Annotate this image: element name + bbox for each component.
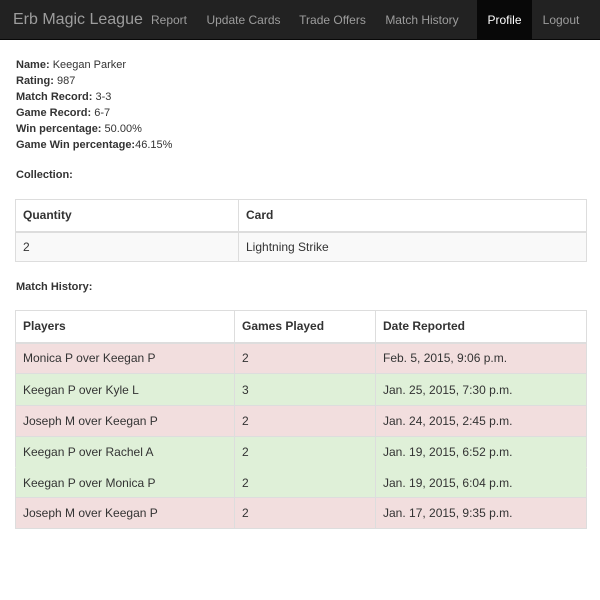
game-record-label: Game Record:	[16, 107, 92, 119]
table-row: Keegan P over Rachel A 2 Jan. 19, 2015, …	[15, 436, 587, 468]
table-row: Keegan P over Kyle L 3 Jan. 25, 2015, 7:…	[15, 373, 587, 406]
games-played-cell: 2	[234, 342, 376, 374]
nav-item-match-history[interactable]: Match History	[376, 0, 468, 40]
nav-item-report[interactable]: Report	[137, 0, 201, 40]
table-row: Monica P over Keegan P 2 Feb. 5, 2015, 9…	[15, 342, 587, 374]
collection-table: Quantity Card 2 Lightning Strike	[15, 199, 587, 262]
game-win-pct-value: 46.15%	[135, 139, 173, 151]
games-played-cell: 2	[234, 405, 376, 437]
rating-value: 987	[56, 75, 76, 87]
card-cell: Lightning Strike	[238, 231, 587, 262]
column-header-card: Card	[238, 199, 587, 233]
date-reported-cell: Jan. 19, 2015, 6:52 p.m.	[375, 436, 587, 468]
brand-link[interactable]: Erb Magic League	[13, 0, 143, 40]
win-pct-value: 50.00%	[104, 123, 142, 135]
nav-item-logout[interactable]: Logout	[532, 0, 590, 40]
date-reported-cell: Jan. 25, 2015, 7:30 p.m.	[375, 373, 587, 406]
table-row: 2 Lightning Strike	[15, 231, 587, 262]
nav-item-profile[interactable]: Profile	[477, 0, 532, 40]
match-history-heading: Match History:	[16, 281, 93, 293]
match-record-value: 3-3	[95, 91, 112, 103]
column-header-date-reported: Date Reported	[375, 310, 587, 344]
quantity-cell: 2	[15, 231, 239, 262]
navbar: Erb Magic League Report Update Cards Tra…	[0, 0, 600, 40]
column-header-players: Players	[15, 310, 235, 344]
column-header-games-played: Games Played	[234, 310, 376, 344]
players-cell: Joseph M over Keegan P	[15, 405, 235, 437]
rating-label: Rating:	[16, 75, 54, 87]
game-record-value: 6-7	[94, 107, 111, 119]
profile-win-pct-row: Win percentage: 50.00%	[16, 121, 172, 137]
date-reported-cell: Feb. 5, 2015, 9:06 p.m.	[375, 342, 587, 374]
table-row: Joseph M over Keegan P 2 Jan. 24, 2015, …	[15, 405, 587, 437]
profile-game-record-row: Game Record: 6-7	[16, 105, 172, 121]
table-row: Keegan P over Monica P 2 Jan. 19, 2015, …	[15, 467, 587, 498]
game-win-pct-label: Game Win percentage:	[16, 139, 136, 151]
players-cell: Monica P over Keegan P	[15, 342, 235, 374]
win-pct-label: Win percentage:	[16, 123, 102, 135]
nav-item-trade-offers[interactable]: Trade Offers	[291, 0, 374, 40]
match-history-table: Players Games Played Date Reported Monic…	[15, 310, 587, 529]
profile-name-row: Name: Keegan Parker	[16, 57, 172, 73]
match-record-label: Match Record:	[16, 91, 93, 103]
collection-header-row: Quantity Card	[15, 199, 587, 233]
players-cell: Keegan P over Rachel A	[15, 436, 235, 468]
players-cell: Keegan P over Monica P	[15, 467, 235, 498]
date-reported-cell: Jan. 24, 2015, 2:45 p.m.	[375, 405, 587, 437]
players-cell: Keegan P over Kyle L	[15, 373, 235, 406]
name-label: Name:	[16, 59, 50, 71]
games-played-cell: 2	[234, 467, 376, 498]
games-played-cell: 2	[234, 497, 376, 529]
date-reported-cell: Jan. 17, 2015, 9:35 p.m.	[375, 497, 587, 529]
profile-match-record-row: Match Record: 3-3	[16, 89, 172, 105]
date-reported-cell: Jan. 19, 2015, 6:04 p.m.	[375, 467, 587, 498]
games-played-cell: 3	[234, 373, 376, 406]
nav-item-update-cards[interactable]: Update Cards	[201, 0, 286, 40]
profile-game-win-pct-row: Game Win percentage:46.15%	[16, 137, 172, 153]
players-cell: Joseph M over Keegan P	[15, 497, 235, 529]
name-value: Keegan Parker	[52, 59, 127, 71]
column-header-quantity: Quantity	[15, 199, 239, 233]
profile-rating-row: Rating: 987	[16, 73, 172, 89]
match-history-header-row: Players Games Played Date Reported	[15, 310, 587, 344]
games-played-cell: 2	[234, 436, 376, 468]
table-row: Joseph M over Keegan P 2 Jan. 17, 2015, …	[15, 497, 587, 529]
profile-summary: Name: Keegan Parker Rating: 987 Match Re…	[16, 57, 172, 153]
collection-heading: Collection:	[16, 169, 73, 181]
